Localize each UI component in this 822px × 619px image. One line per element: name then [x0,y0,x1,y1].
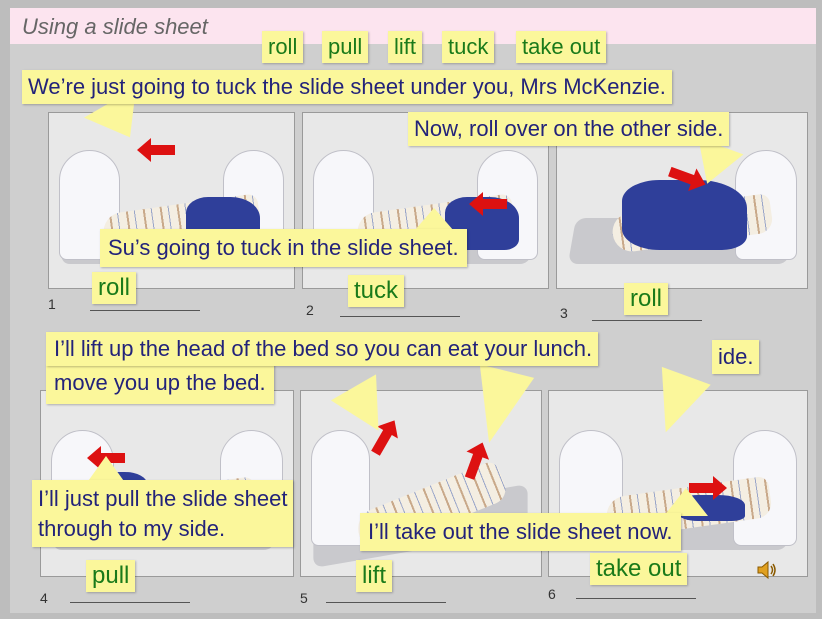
speech-bubble-su-tuck: Su’s going to tuck in the slide sheet. [100,229,467,267]
speech-bubble-tuck-under: We’re just going to tuck the slide sheet… [22,70,672,104]
speech-bubble-fragment: ide. [712,340,760,374]
vocab-take-out[interactable]: take out [516,31,607,63]
speech-line: I’ll just pull the slide sheet [38,486,288,511]
speech-tail [664,488,708,516]
answer-label-6: take out [590,553,688,585]
answer-line [70,602,190,603]
speech-line: through to my side. [38,515,226,541]
answer-label-1: roll [92,272,137,304]
answer-label-4: pull [86,560,136,592]
vocab-pull[interactable]: pull [322,31,369,63]
answer-label-5: lift [356,560,392,592]
slide-title: Using a slide sheet [22,14,208,39]
answer-label-2: tuck [348,275,405,307]
panel-number: 4 [40,590,48,606]
answer-line [340,316,460,317]
answer-line [576,598,696,599]
red-arrow [149,145,175,155]
speech-bubble-roll-over: Now, roll over on the other side. [408,112,730,146]
panel-number: 1 [48,296,56,312]
answer-line [326,602,446,603]
speech-bubble-move-up: move you up the bed. [46,364,274,404]
vocab-lift[interactable]: lift [388,31,422,63]
speech-bubble-lift-head: I’ll lift up the head of the bed so you … [46,332,599,366]
panel-number: 6 [548,586,556,602]
answer-line [90,310,200,311]
answer-line [592,320,702,321]
speaker-icon[interactable] [756,559,778,581]
speech-bubble-take-out: I’ll take out the slide sheet now. [360,513,681,551]
answer-label-3: roll [624,283,669,315]
panel-number: 3 [560,305,568,321]
speech-bubble-pull-sheet: I’ll just pull the slide sheet through t… [32,480,294,548]
red-arrow [481,199,507,209]
vocab-tuck[interactable]: tuck [442,31,495,63]
panel-number: 2 [306,302,314,318]
panel-number: 5 [300,590,308,606]
vocab-roll[interactable]: roll [262,31,304,63]
